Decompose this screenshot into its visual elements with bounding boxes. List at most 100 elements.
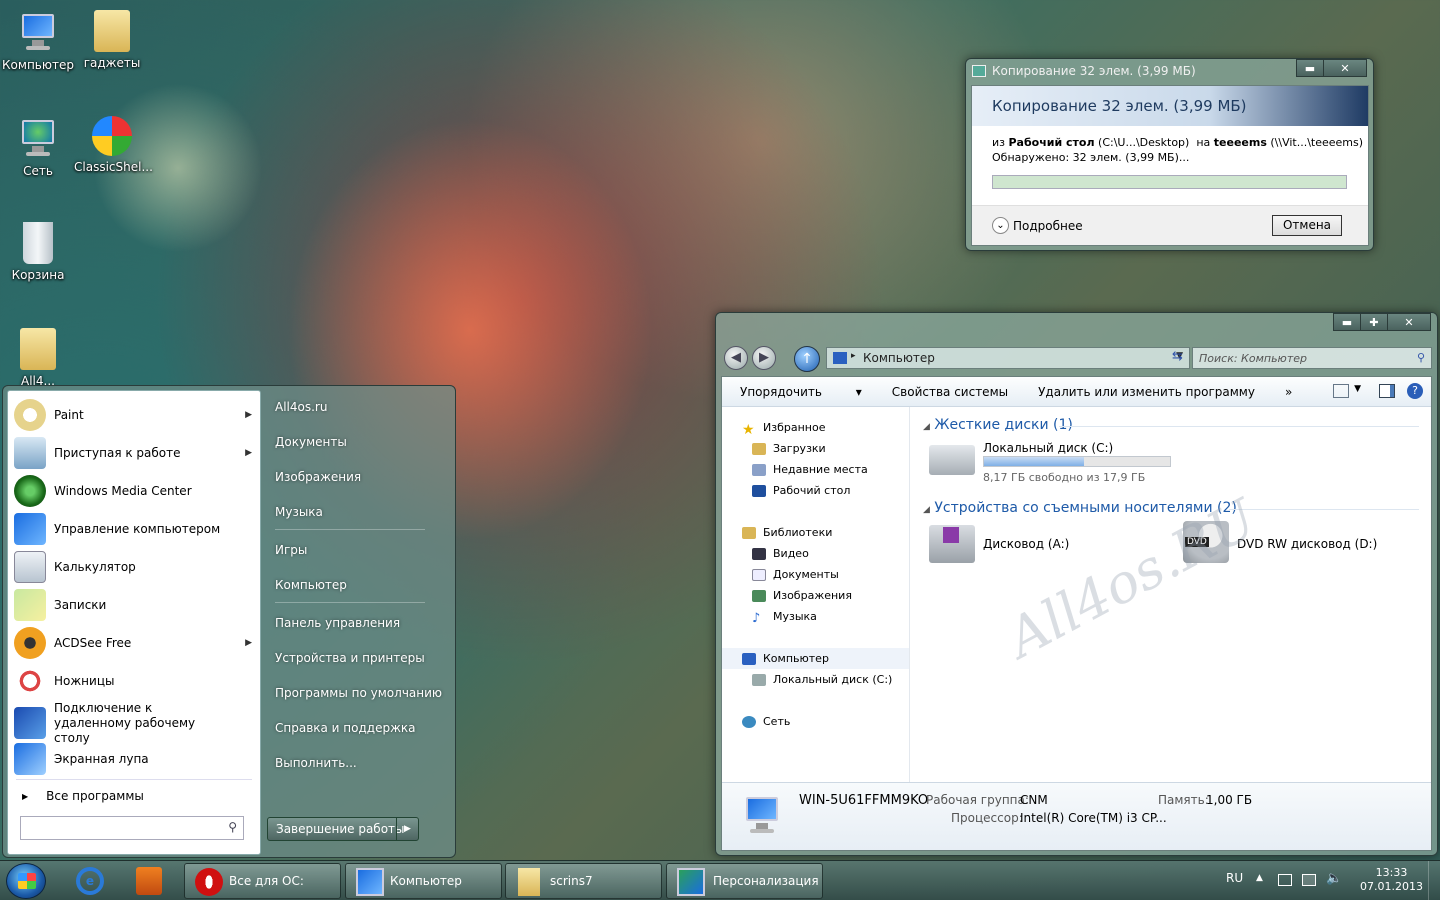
up-button[interactable]: ↑ [794, 346, 820, 372]
program-calculator[interactable]: Калькулятор [14, 549, 254, 585]
taskbar-button-opera[interactable]: Все для ОС: наст... [184, 863, 341, 899]
network-tray-icon[interactable] [1302, 874, 1316, 886]
start-search-input[interactable]: ⚲ [20, 816, 244, 840]
organize-button[interactable]: Упорядочить ▾ [740, 385, 862, 399]
place-run[interactable]: Выполнить... [275, 756, 357, 770]
desktop-icon-computer[interactable]: Компьютер [0, 10, 76, 72]
place-help-support[interactable]: Справка и поддержка [275, 721, 416, 735]
show-desktop-button[interactable] [1428, 861, 1440, 900]
close-button[interactable]: ✕ [1387, 313, 1431, 331]
start-button[interactable] [6, 863, 46, 899]
cancel-button[interactable]: Отмена [1272, 215, 1342, 236]
minimize-button[interactable]: ▬ [1333, 313, 1361, 331]
all-programs[interactable]: ▶ Все программы [14, 782, 254, 810]
program-acdsee[interactable]: ACDSee Free ▶ [14, 625, 254, 661]
nav-documents[interactable]: Документы [722, 564, 909, 585]
acdsee-icon [14, 627, 46, 659]
address-bar[interactable]: ▸ Компьютер ▼ [826, 347, 1190, 369]
place-games[interactable]: Игры [275, 543, 307, 557]
found-status: Обнаружено: 32 элем. (3,99 МБ)... [992, 151, 1190, 164]
to-path: (\\Vit...\teeeems) [1270, 136, 1364, 149]
place-documents[interactable]: Документы [275, 435, 347, 449]
help-icon[interactable]: ? [1407, 383, 1423, 399]
nav-desktop[interactable]: Рабочий стол [722, 480, 909, 501]
back-button[interactable]: ◀ [724, 346, 748, 370]
nav-computer[interactable]: Компьютер [722, 648, 909, 669]
taskbar-button-personalization[interactable]: Персонализация [666, 863, 823, 899]
workgroup-value: CNM [1020, 793, 1048, 807]
documents-icon [752, 568, 766, 581]
taskbar-button-computer[interactable]: Компьютер [345, 863, 502, 899]
program-paint[interactable]: Paint ▶ [14, 397, 254, 433]
program-snipping-tool[interactable]: Ножницы [14, 663, 254, 699]
desktop-icon-recycle-bin[interactable]: Корзина [0, 222, 76, 282]
nav-favorites[interactable]: ★ Избранное [722, 417, 909, 438]
classicshell-icon [92, 116, 132, 156]
show-hidden-icons-button[interactable]: ▲ [1256, 873, 1263, 883]
refresh-icon[interactable]: ⇆ [1172, 349, 1183, 364]
breadcrumb[interactable]: Компьютер [863, 351, 935, 365]
clock[interactable]: 13:33 07.01.2013 [1360, 866, 1423, 894]
maximize-button[interactable]: ✚ [1360, 313, 1388, 331]
folder-icon [518, 868, 540, 896]
start-menu-programs: Paint ▶ Приступая к работе ▶ Windows Media… [7, 390, 261, 855]
forward-button[interactable]: ▶ [752, 346, 776, 370]
downloads-icon [752, 442, 766, 455]
music-icon: ♪ [752, 610, 761, 626]
place-images[interactable]: Изображения [275, 470, 361, 484]
nav-music[interactable]: ♪ Музыка [722, 606, 909, 627]
nav-video[interactable]: Видео [722, 543, 909, 564]
language-indicator[interactable]: RU [1226, 871, 1243, 885]
place-music[interactable]: Музыка [275, 505, 323, 519]
nav-local-disk[interactable]: Локальный диск (C:) [722, 669, 909, 690]
minimize-button[interactable]: ▬ [1296, 59, 1324, 77]
place-devices-printers[interactable]: Устройства и принтеры [275, 651, 425, 665]
navigation-pane: ★ Избранное Загрузки Недавние места Рабоч… [722, 407, 910, 783]
shutdown-options-button[interactable]: ▶ [396, 818, 418, 840]
program-getting-started[interactable]: Приступая к работе ▶ [14, 435, 254, 471]
more-details-button[interactable]: ⌄ Подробнее [992, 217, 1083, 234]
pinned-internet-explorer[interactable]: e [64, 863, 116, 899]
preview-pane-icon[interactable] [1379, 384, 1395, 398]
dialog-titlebar[interactable]: Копирование 32 элем. (3,99 МБ) ▬ ✕ [966, 59, 1373, 83]
place-control-panel[interactable]: Панель управления [275, 616, 400, 630]
system-properties-button[interactable]: Свойства системы [892, 385, 1008, 399]
nav-downloads[interactable]: Загрузки [722, 438, 909, 459]
nav-recent[interactable]: Недавние места [722, 459, 909, 480]
nav-libraries[interactable]: Библиотеки [722, 522, 909, 543]
from-name[interactable]: Рабочий стол [1009, 136, 1095, 149]
action-center-icon[interactable] [1278, 874, 1292, 886]
place-default-programs[interactable]: Программы по умолчанию [275, 686, 442, 700]
search-input[interactable]: Поиск: Компьютер ⚲ [1192, 347, 1432, 369]
submenu-arrow-icon: ▶ [245, 638, 252, 648]
desktop-icon-classicshell[interactable]: ClassicShel... [74, 116, 153, 174]
program-computer-management[interactable]: Управление компьютером [14, 511, 254, 547]
sticky-notes-icon [14, 589, 46, 621]
uninstall-button[interactable]: Удалить или изменить программу [1038, 385, 1255, 399]
chevron-down-icon[interactable]: ▼ [1354, 384, 1361, 394]
close-button[interactable]: ✕ [1323, 59, 1367, 77]
taskbar-button-scrins7[interactable]: scrins7 [505, 863, 662, 899]
user-folder-icon [20, 328, 56, 370]
place-all4os[interactable]: All4os.ru [275, 400, 327, 414]
program-magnifier[interactable]: Экранная лупа [14, 741, 254, 777]
place-computer[interactable]: Компьютер [275, 578, 347, 592]
nav-network[interactable]: Сеть [722, 711, 909, 732]
network-icon [16, 116, 60, 160]
program-remote-desktop[interactable]: Подключение к удаленному рабочему столу [14, 701, 254, 745]
nav-images[interactable]: Изображения [722, 585, 909, 606]
search-icon: ⚲ [228, 820, 237, 834]
shutdown-button[interactable]: Завершение работы ▶ [267, 817, 419, 841]
desktop-icon-user-folder[interactable]: All4... [0, 328, 76, 388]
pinned-media-player[interactable] [122, 863, 174, 899]
program-sticky-notes[interactable]: Записки [14, 587, 254, 623]
volume-icon[interactable]: 🔈 [1326, 871, 1342, 886]
clock-time: 13:33 [1375, 866, 1408, 879]
program-media-center[interactable]: Windows Media Center [14, 473, 254, 509]
more-commands-button[interactable]: » [1285, 385, 1292, 399]
group-hard-disks[interactable]: ◢ Жесткие диски (1) [923, 417, 1073, 433]
views-icon[interactable] [1333, 384, 1349, 398]
desktop-icon-network[interactable]: Сеть [0, 116, 76, 178]
to-name[interactable]: teeeems [1214, 136, 1267, 149]
desktop-icon-gadgets[interactable]: гаджеты [74, 10, 150, 70]
